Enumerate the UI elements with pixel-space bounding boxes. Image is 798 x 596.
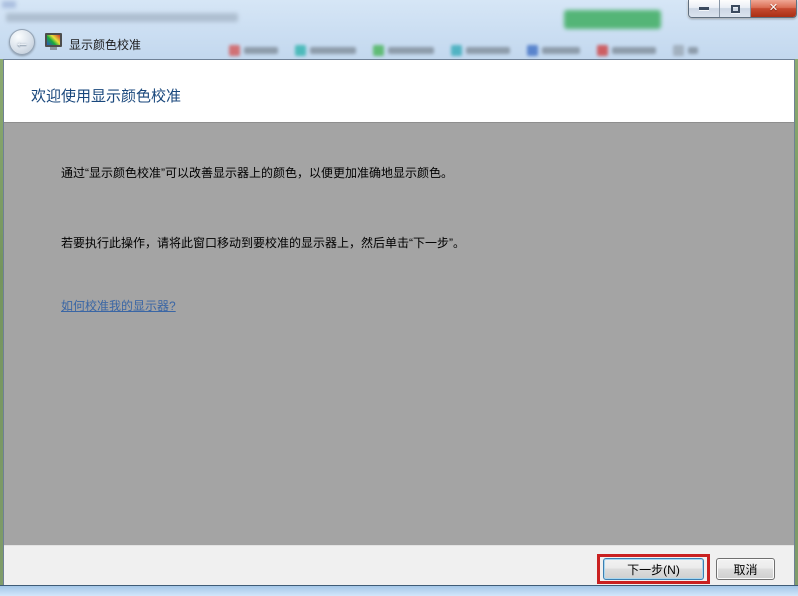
intro-paragraph: 通过“显示颜色校准”可以改善显示器上的颜色，以便更加准确地显示颜色。 [61, 166, 453, 180]
next-button[interactable]: 下一步(N) [603, 558, 704, 580]
bookmark-label-blurred [466, 47, 510, 54]
desktop-edge-left [0, 59, 3, 585]
bookmark-label-blurred [688, 47, 698, 54]
screen: ✕ ← 显示颜色校准 欢迎使用显示颜色校准 通过“显示颜色校准”可以改善显示器上… [0, 0, 798, 596]
bookmark-item[interactable] [451, 45, 510, 56]
minimize-button[interactable] [689, 0, 720, 17]
bookmark-label-blurred [310, 47, 356, 54]
page-title: 欢迎使用显示颜色校准 [31, 88, 182, 105]
bookmark-item[interactable] [229, 45, 278, 56]
close-icon: ✕ [768, 2, 779, 14]
bookmark-item[interactable] [597, 45, 656, 56]
back-button[interactable]: ← [9, 29, 35, 55]
bookmarks-bar [229, 44, 698, 57]
bookmark-item[interactable] [373, 45, 434, 56]
wizard-dialog: 欢迎使用显示颜色校准 通过“显示颜色校准”可以改善显示器上的颜色，以便更加准确地… [3, 59, 795, 585]
blurred-tab-title [6, 13, 238, 22]
cancel-button[interactable]: 取消 [716, 558, 775, 580]
color-calibration-monitor-icon [45, 33, 62, 50]
window-caption-title: 显示颜色校准 [69, 38, 142, 52]
bookmark-favicon [373, 45, 384, 56]
wizard-header: 欢迎使用显示颜色校准 [4, 60, 794, 122]
bookmark-item[interactable] [673, 45, 698, 56]
bookmark-label-blurred [244, 47, 278, 54]
bookmark-favicon [673, 45, 684, 56]
back-arrow-icon: ← [14, 33, 30, 51]
bookmark-favicon [229, 45, 240, 56]
bookmark-item[interactable] [295, 45, 356, 56]
wizard-body: 通过“显示颜色校准”可以改善显示器上的颜色，以便更加准确地显示颜色。 若要执行此… [4, 122, 794, 545]
bookmark-favicon [295, 45, 306, 56]
bookmark-label-blurred [612, 47, 656, 54]
close-button[interactable]: ✕ [751, 0, 796, 17]
bookmark-label-blurred [388, 47, 434, 54]
blurred-browser-logo [2, 1, 16, 8]
restore-button[interactable] [720, 0, 751, 17]
bookmark-favicon [597, 45, 608, 56]
bookmark-item[interactable] [527, 45, 580, 56]
window-controls: ✕ [688, 0, 797, 18]
instruction-paragraph: 若要执行此操作，请将此窗口移动到要校准的显示器上，然后单击“下一步”。 [61, 236, 465, 250]
minimize-icon [699, 7, 709, 10]
window-bottom-frame [0, 585, 798, 596]
blurred-browser-badge[interactable] [564, 10, 661, 29]
bookmark-favicon [527, 45, 538, 56]
bookmark-label-blurred [542, 47, 580, 54]
help-link[interactable]: 如何校准我的显示器? [61, 297, 176, 314]
restore-icon [730, 4, 740, 13]
bookmark-favicon [451, 45, 462, 56]
